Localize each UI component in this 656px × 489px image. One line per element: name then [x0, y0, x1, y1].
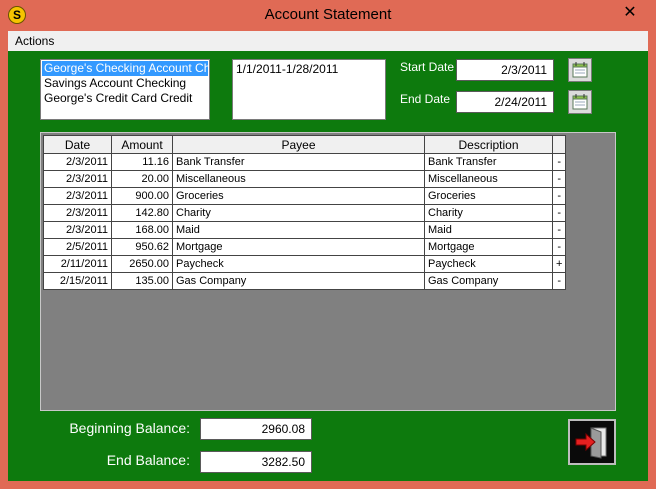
table-row[interactable]: 2/11/2011 2650.00 Paycheck Paycheck + [43, 255, 567, 273]
cell-description: Gas Company [424, 272, 553, 290]
cell-sign: - [551, 170, 567, 188]
cell-description: Miscellaneous [424, 170, 553, 188]
close-icon[interactable]: ✕ [610, 2, 650, 24]
cell-date: 2/3/2011 [43, 187, 112, 205]
cell-payee: Paycheck [172, 255, 425, 273]
cell-sign: - [551, 272, 567, 290]
title-bar: S Account Statement ✕ [0, 0, 656, 31]
cell-description: Paycheck [424, 255, 553, 273]
cell-amount: 20.00 [111, 170, 173, 188]
account-list[interactable]: George's Checking Account Checking Savin… [40, 59, 210, 120]
cell-payee: Miscellaneous [172, 170, 425, 188]
cell-description: Mortgage [424, 238, 553, 256]
cell-date: 2/15/2011 [43, 272, 112, 290]
cell-sign: - [551, 221, 567, 239]
exit-door-icon [575, 427, 607, 459]
table-row[interactable]: 2/3/2011 20.00 Miscellaneous Miscellaneo… [43, 170, 567, 188]
cell-payee: Gas Company [172, 272, 425, 290]
table-row[interactable]: 2/3/2011 142.80 Charity Charity - [43, 204, 567, 222]
end-date-calendar-button[interactable] [568, 90, 592, 114]
client-area: George's Checking Account Checking Savin… [8, 51, 648, 481]
window-title: Account Statement [264, 6, 392, 23]
cell-amount: 11.16 [111, 153, 173, 171]
beginning-balance-field[interactable]: 2960.08 [200, 418, 312, 440]
start-date-calendar-button[interactable] [568, 58, 592, 82]
start-date-field[interactable]: 2/3/2011 [456, 59, 554, 81]
table-header-row: Date Amount Payee Description [43, 135, 567, 154]
account-item[interactable]: Savings Account Checking [42, 76, 208, 91]
cell-date: 2/11/2011 [43, 255, 112, 273]
column-header-payee[interactable]: Payee [172, 135, 425, 154]
table-row[interactable]: 2/5/2011 950.62 Mortgage Mortgage - [43, 238, 567, 256]
account-item[interactable]: George's Checking Account Checking [42, 61, 209, 76]
cell-description: Groceries [424, 187, 553, 205]
exit-button[interactable] [568, 419, 616, 465]
transactions-table: Date Amount Payee Description 2/3/2011 1… [43, 135, 567, 290]
cell-description: Maid [424, 221, 553, 239]
table-row[interactable]: 2/3/2011 168.00 Maid Maid - [43, 221, 567, 239]
cell-payee: Maid [172, 221, 425, 239]
range-item[interactable]: 1/1/2011-1/28/2011 [236, 62, 382, 77]
cell-amount: 135.00 [111, 272, 173, 290]
column-header-sign[interactable] [551, 135, 567, 154]
end-date-field[interactable]: 2/24/2011 [456, 91, 554, 113]
column-header-amount[interactable]: Amount [111, 135, 173, 154]
menu-bar: Actions [8, 31, 648, 51]
cell-sign: - [551, 238, 567, 256]
column-header-date[interactable]: Date [43, 135, 112, 154]
cell-amount: 2650.00 [111, 255, 173, 273]
cell-sign: - [551, 187, 567, 205]
end-balance-label: End Balance: [106, 452, 190, 468]
cell-payee: Bank Transfer [172, 153, 425, 171]
calendar-icon [572, 94, 588, 110]
start-date-label: Start Date [400, 60, 455, 74]
account-item[interactable]: George's Credit Card Credit [42, 91, 208, 106]
cell-date: 2/3/2011 [43, 204, 112, 222]
cell-date: 2/3/2011 [43, 221, 112, 239]
statement-range-list[interactable]: 1/1/2011-1/28/2011 [232, 59, 386, 120]
cell-sign: - [551, 204, 567, 222]
cell-amount: 900.00 [111, 187, 173, 205]
cell-amount: 950.62 [111, 238, 173, 256]
calendar-icon [572, 62, 588, 78]
table-row[interactable]: 2/3/2011 11.16 Bank Transfer Bank Transf… [43, 153, 567, 171]
cell-payee: Groceries [172, 187, 425, 205]
beginning-balance-label: Beginning Balance: [69, 420, 190, 436]
cell-description: Charity [424, 204, 553, 222]
cell-date: 2/5/2011 [43, 238, 112, 256]
cell-date: 2/3/2011 [43, 170, 112, 188]
cell-payee: Mortgage [172, 238, 425, 256]
table-row[interactable]: 2/3/2011 900.00 Groceries Groceries - [43, 187, 567, 205]
table-row[interactable]: 2/15/2011 135.00 Gas Company Gas Company… [43, 272, 567, 290]
end-date-label: End Date [400, 92, 451, 106]
transactions-grid[interactable]: Date Amount Payee Description 2/3/2011 1… [40, 132, 616, 411]
cell-sign: - [551, 153, 567, 171]
cell-amount: 168.00 [111, 221, 173, 239]
cell-amount: 142.80 [111, 204, 173, 222]
cell-description: Bank Transfer [424, 153, 553, 171]
cell-date: 2/3/2011 [43, 153, 112, 171]
menu-actions[interactable]: Actions [15, 34, 54, 48]
cell-payee: Charity [172, 204, 425, 222]
column-header-description[interactable]: Description [424, 135, 553, 154]
end-balance-field[interactable]: 3282.50 [200, 451, 312, 473]
cell-sign: + [551, 255, 567, 273]
